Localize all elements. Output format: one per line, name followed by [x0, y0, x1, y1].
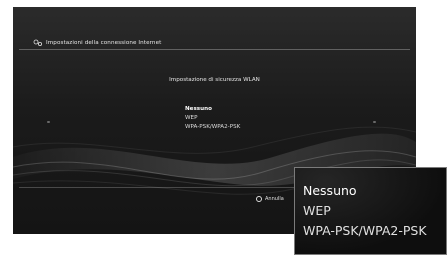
option-nessuno[interactable]: Nessuno: [185, 105, 240, 114]
zoom-option-nessuno: Nessuno: [303, 183, 357, 198]
cancel-label: Annulla: [265, 196, 284, 202]
zoom-option-wpa-psk-wpa2-psk: WPA-PSK/WPA2-PSK: [303, 223, 427, 238]
page-title: Impostazioni della connessione Internet: [46, 40, 162, 46]
dialog-title: Impostazione di sicurezza WLAN: [169, 77, 260, 83]
right-scroll-indicator: [373, 121, 376, 123]
zoom-option-list: Nessuno WEP WPA-PSK/WPA2-PSK: [303, 181, 427, 241]
cancel-button[interactable]: Annulla: [256, 196, 284, 202]
option-wpa-psk-wpa2-psk[interactable]: WPA-PSK/WPA2-PSK: [185, 123, 240, 132]
zoom-inset: Nessuno WEP WPA-PSK/WPA2-PSK: [294, 167, 447, 255]
circle-button-icon: [256, 196, 262, 202]
zoom-option-wep: WEP: [303, 203, 331, 218]
left-scroll-indicator: [47, 121, 50, 123]
header: Impostazioni della connessione Internet: [33, 39, 161, 47]
option-wep[interactable]: WEP: [185, 114, 240, 123]
security-option-list: Nessuno WEP WPA-PSK/WPA2-PSK: [185, 105, 240, 132]
header-divider: [19, 49, 410, 50]
network-settings-icon: [33, 39, 43, 47]
